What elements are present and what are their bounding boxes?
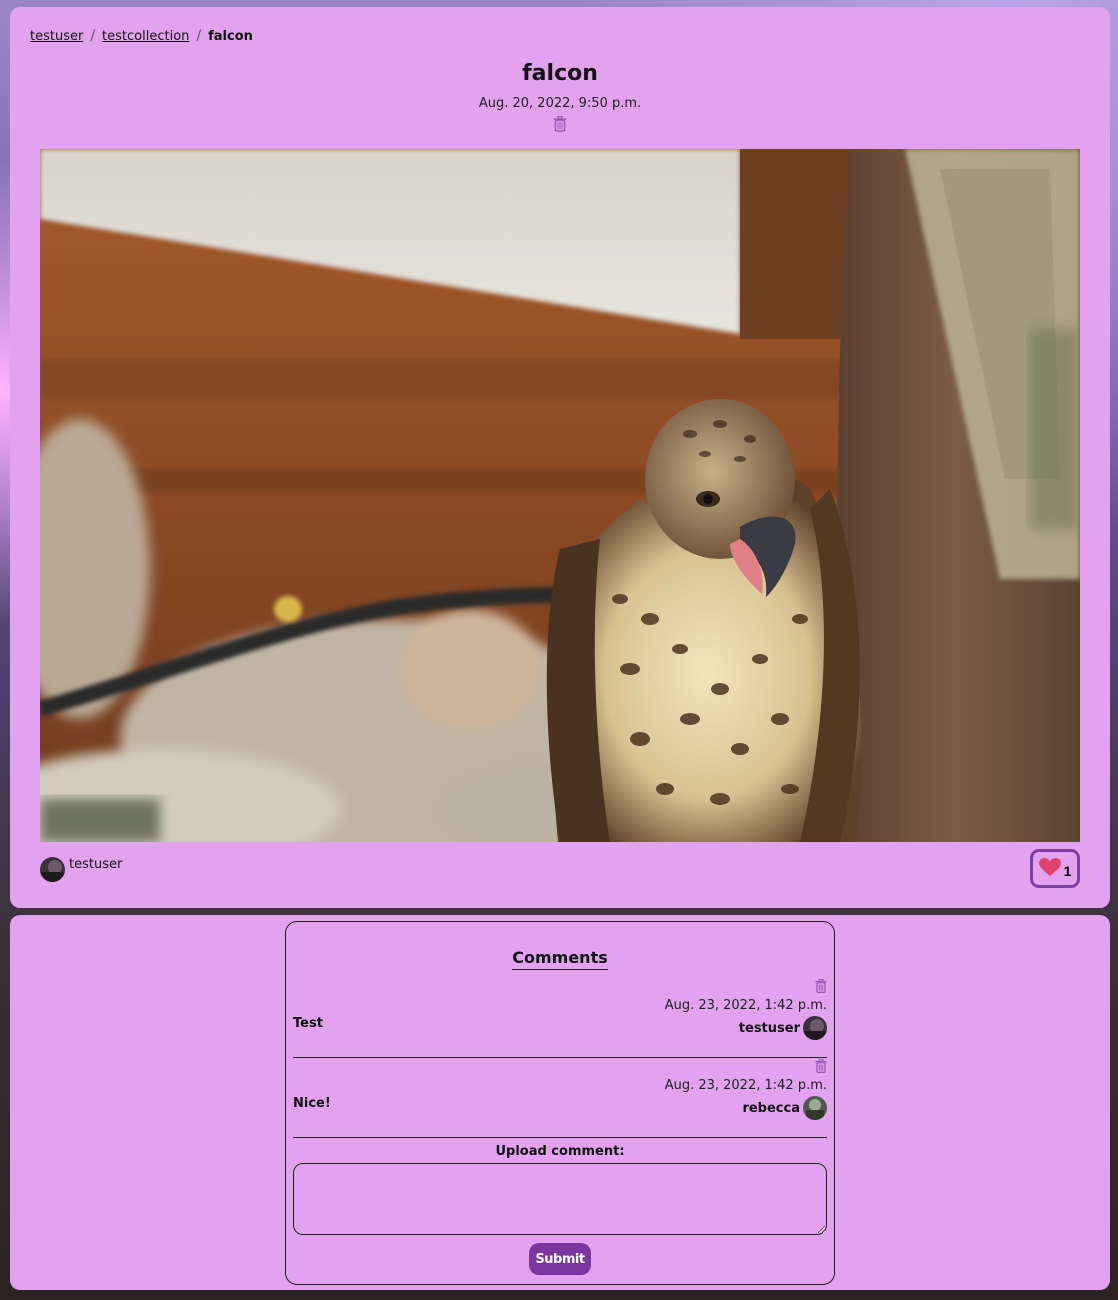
breadcrumb-current: falcon (208, 28, 253, 44)
heart-icon (1038, 857, 1061, 880)
comment-item: Nice! Aug. 23, 2022, 1:42 p.m. rebecca (293, 1058, 827, 1138)
breadcrumb-collection-link[interactable]: testcollection (102, 29, 189, 44)
like-button[interactable]: 1 (1030, 849, 1080, 888)
comment-author[interactable]: testuser (739, 1016, 827, 1040)
comment-date: Aug. 23, 2022, 1:42 p.m. (664, 1078, 827, 1093)
comment-text: Nice! (293, 1096, 331, 1111)
falcon-photo (40, 149, 1080, 842)
comment-input[interactable] (293, 1163, 827, 1235)
post-date: Aug. 20, 2022, 9:50 p.m. (478, 96, 642, 111)
comments-section: Comments Test Aug. 23, 2022, 1:42 p.m. t… (285, 921, 835, 1285)
breadcrumb-separator: / (90, 28, 96, 44)
trash-icon[interactable] (815, 978, 827, 994)
comment-author-name[interactable]: testuser (739, 1021, 800, 1036)
avatar (803, 1016, 827, 1040)
breadcrumb: testuser / testcollection / falcon (30, 28, 253, 44)
author-name[interactable]: testuser (69, 857, 122, 872)
post-author[interactable]: testuser (40, 849, 122, 882)
comment-text: Test (293, 1016, 323, 1031)
upload-comment-label: Upload comment: (495, 1144, 625, 1159)
breadcrumb-user-link[interactable]: testuser (30, 29, 83, 44)
trash-icon[interactable] (815, 1058, 827, 1074)
comment-date: Aug. 23, 2022, 1:42 p.m. (664, 998, 827, 1013)
like-count: 1 (1063, 862, 1072, 879)
comments-heading: Comments (286, 948, 834, 970)
avatar (40, 857, 65, 882)
avatar (803, 1096, 827, 1120)
post-title: falcon (522, 61, 598, 86)
comment-item: Test Aug. 23, 2022, 1:42 p.m. testuser (293, 978, 827, 1058)
breadcrumb-separator: / (196, 28, 202, 44)
trash-icon[interactable] (553, 116, 567, 132)
comment-author-name[interactable]: rebecca (742, 1101, 800, 1116)
comment-author[interactable]: rebecca (742, 1096, 827, 1120)
submit-button[interactable]: Submit (529, 1243, 591, 1275)
comments-card: Comments Test Aug. 23, 2022, 1:42 p.m. t… (10, 915, 1110, 1290)
post-card: testuser / testcollection / falcon falco… (10, 7, 1110, 908)
